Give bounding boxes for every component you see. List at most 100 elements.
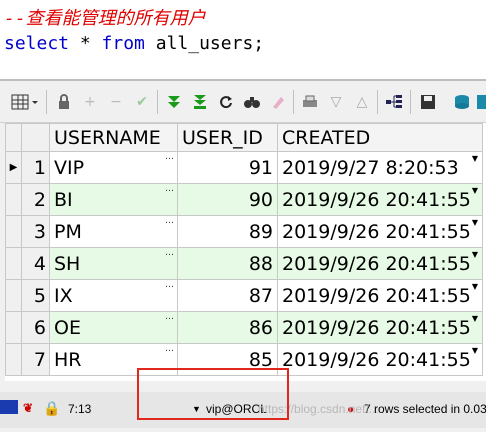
ellipsis-icon[interactable]: … <box>165 344 174 354</box>
find-icon[interactable] <box>242 92 262 112</box>
cell-user-id[interactable]: 90 <box>177 183 278 216</box>
row-indicator[interactable] <box>5 311 22 344</box>
row-indicator[interactable] <box>5 279 22 312</box>
cell-value: SH <box>54 252 81 275</box>
cell-user-id[interactable]: 86 <box>177 311 278 344</box>
filter-icon[interactable]: ▽ <box>326 92 346 112</box>
column-header-created[interactable]: CREATED <box>277 123 483 152</box>
cell-created[interactable]: 2019/9/26 20:41:55 ▼ <box>277 247 483 280</box>
keyword-from: from <box>101 33 145 54</box>
cell-created[interactable]: 2019/9/26 20:41:55 ▼ <box>277 311 483 344</box>
grid-icon[interactable] <box>8 92 42 112</box>
cell-value: 2019/9/26 20:41:55 <box>282 284 471 307</box>
row-number[interactable]: 6 <box>21 311 50 344</box>
cell-value: 2019/9/26 20:41:55 <box>282 348 471 371</box>
dropdown-arrow-icon[interactable]: ▼ <box>472 282 478 291</box>
dropdown-arrow-icon[interactable]: ▼ <box>472 250 478 259</box>
toolbar-separator <box>157 90 158 114</box>
result-table: USERNAME USER_ID CREATED ▶ 1 VIP… 91 2019/9/… <box>5 123 483 376</box>
grid-toolbar: + − ✔ ▽ △ <box>0 82 486 123</box>
splitter[interactable] <box>0 79 486 81</box>
check-icon[interactable]: ✔ <box>132 92 152 112</box>
row-indicator[interactable] <box>5 247 22 280</box>
status-panel-icon <box>0 400 18 414</box>
sql-statement: select * from all_users; <box>4 33 264 55</box>
sql-comment: --查看能管理的所有用户 <box>4 8 206 29</box>
toolbar-separator <box>410 90 411 114</box>
table-row[interactable]: ▶ 1 VIP … 91 2019/9/27 8:20:53 ▼ <box>5 151 483 184</box>
sql-editor[interactable]: --查看能管理的所有用户 select * from all_users; <box>0 0 486 79</box>
cell-user-id[interactable]: 88 <box>177 247 278 280</box>
cell-value: PM <box>54 220 82 243</box>
cell-username[interactable]: BI… <box>49 183 178 216</box>
select-star: * <box>69 33 102 54</box>
cell-user-id[interactable]: 89 <box>177 215 278 248</box>
row-number[interactable]: 7 <box>21 343 50 376</box>
column-header-username[interactable]: USERNAME <box>49 123 178 152</box>
dropdown-arrow-icon[interactable]: ▼ <box>472 154 478 163</box>
ellipsis-icon[interactable]: … <box>165 216 174 226</box>
cell-value: 2019/9/26 20:41:55 <box>282 188 471 211</box>
lock-status-icon: 🔒 <box>43 400 61 416</box>
table-row[interactable]: 4 SH … 88 2019/9/26 20:41:55 ▼ <box>5 247 483 280</box>
row-number[interactable]: 5 <box>21 279 50 312</box>
row-number[interactable]: 1 <box>21 151 50 184</box>
cell-value: 2019/9/26 20:41:55 <box>282 316 471 339</box>
ellipsis-icon[interactable]: … <box>165 312 174 322</box>
cell-username[interactable]: PM … <box>49 215 178 248</box>
cell-created[interactable]: 2019/9/26 20:41:55 ▼ <box>277 183 483 216</box>
clear-icon[interactable] <box>268 92 288 112</box>
fetch-last-icon[interactable] <box>190 92 210 112</box>
row-number[interactable]: 3 <box>21 215 50 248</box>
current-row-icon: ▶ <box>9 162 18 173</box>
table-name: all_users; <box>144 33 265 54</box>
row-indicator[interactable] <box>5 183 22 216</box>
tree-icon[interactable] <box>384 92 404 112</box>
row-indicator[interactable] <box>5 215 22 248</box>
save-icon[interactable] <box>418 92 438 112</box>
cell-created[interactable]: 2019/9/27 8:20:53 ▼ <box>277 151 483 184</box>
remove-icon[interactable]: − <box>106 92 126 112</box>
cell-username[interactable]: VIP… <box>49 151 178 184</box>
cell-username[interactable]: IX… <box>49 279 178 312</box>
ellipsis-icon[interactable]: … <box>165 280 174 290</box>
more-icon[interactable] <box>476 92 486 112</box>
table-row[interactable]: 5 IX … 87 2019/9/26 20:41:55 ▼ <box>5 279 483 312</box>
cursor-position: 7:13 <box>68 402 92 416</box>
table-row[interactable]: 3 PM … 89 2019/9/26 20:41:55 ▼ <box>5 215 483 248</box>
dropdown-arrow-icon[interactable]: ▼ <box>472 346 478 355</box>
ellipsis-icon[interactable]: … <box>165 184 174 194</box>
table-row[interactable]: 2 BI … 90 2019/9/26 20:41:55 ▼ <box>5 183 483 216</box>
column-header-user-id[interactable]: USER_ID <box>177 123 278 152</box>
row-indicator[interactable] <box>5 343 22 376</box>
row-indicator[interactable]: ▶ <box>5 151 22 184</box>
sort-icon[interactable]: △ <box>352 92 372 112</box>
cell-user-id[interactable]: 87 <box>177 279 278 312</box>
lock-icon[interactable] <box>54 92 74 112</box>
cell-value: OE <box>54 316 81 339</box>
dropdown-arrow-icon[interactable]: ▼ <box>472 218 478 227</box>
result-grid[interactable]: USERNAME USER_ID CREATED ▶ 1 VIP… 91 2019/9/… <box>5 123 486 381</box>
print-icon[interactable] <box>300 92 320 112</box>
cell-username[interactable]: SH … <box>49 247 178 280</box>
dropdown-arrow-icon[interactable]: ▼ <box>472 186 478 195</box>
refresh-icon[interactable] <box>216 92 236 112</box>
row-number[interactable]: 4 <box>21 247 50 280</box>
dropdown-arrow-icon[interactable]: ▼ <box>472 314 478 323</box>
status-bug-icon: ❦ <box>23 401 34 415</box>
cell-created[interactable]: 2019/9/26 20:41:55 ▼ <box>277 343 483 376</box>
ellipsis-icon[interactable]: … <box>165 152 174 162</box>
ellipsis-icon[interactable]: … <box>165 248 174 258</box>
export-icon[interactable] <box>452 92 472 112</box>
cell-created[interactable]: 2019/9/26 20:41:55 ▼ <box>277 279 483 312</box>
cell-created[interactable]: 2019/9/26 20:41:55 ▼ <box>277 215 483 248</box>
table-row[interactable]: 6 OE … 86 2019/9/26 20:41:55 ▼ <box>5 311 483 344</box>
cell-username[interactable]: OE … <box>49 311 178 344</box>
keyword-select: select <box>4 33 70 54</box>
fetch-next-icon[interactable] <box>164 92 184 112</box>
add-icon[interactable]: + <box>80 92 100 112</box>
row-number[interactable]: 2 <box>21 183 50 216</box>
toolbar-separator <box>293 90 294 114</box>
cell-value: 2019/9/26 20:41:55 <box>282 252 471 275</box>
cell-user-id[interactable]: 91 <box>177 151 278 184</box>
